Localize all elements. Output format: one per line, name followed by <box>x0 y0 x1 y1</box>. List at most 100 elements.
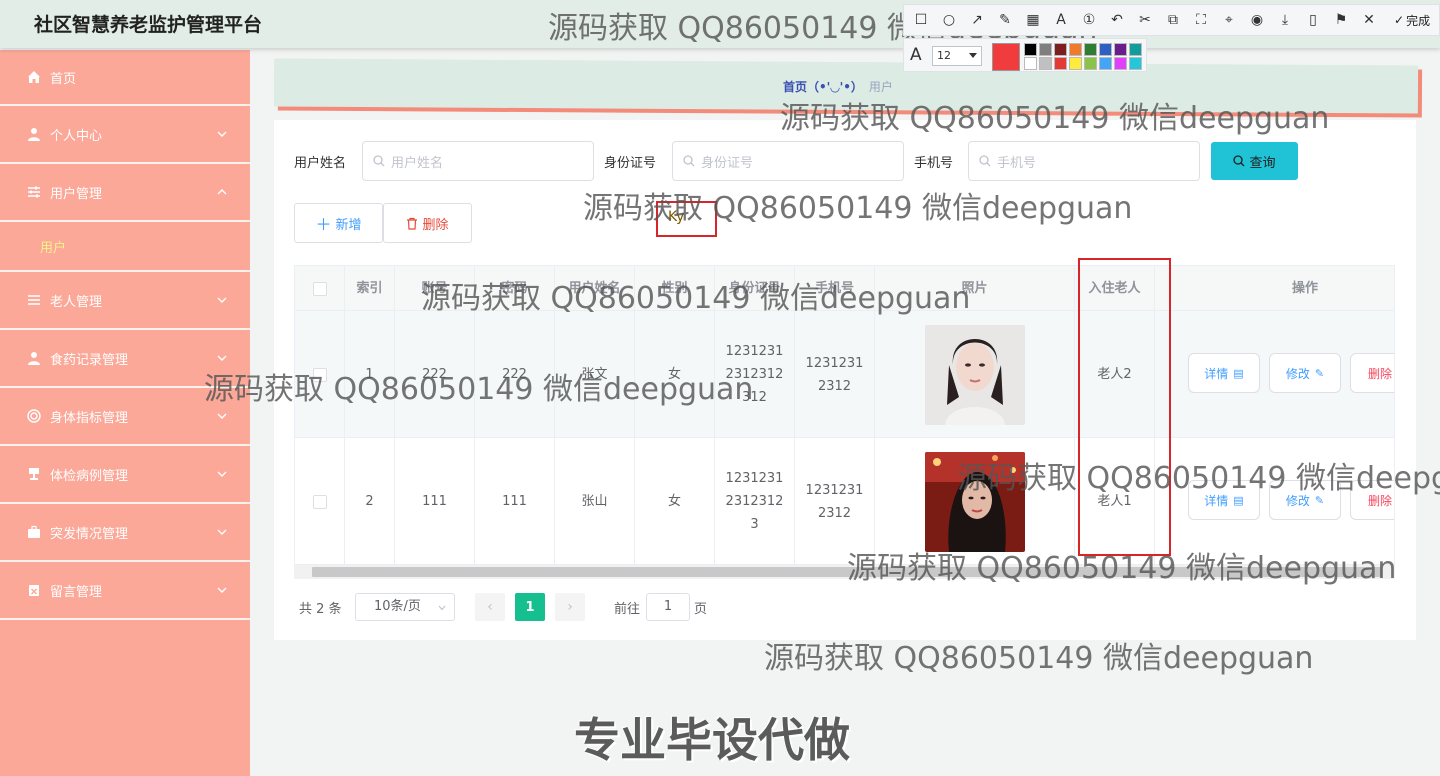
row-checkbox-cell <box>295 438 345 564</box>
row-checkbox[interactable] <box>312 367 327 382</box>
user-table: 索引 账号 密码 用户姓名 性别 身份证号 手机号 照片 入住老人 操作 1 2… <box>294 265 1395 565</box>
sidebar: 首页 个人中心 用户管理 用户 老人管理 食药记录管理 身体指标管理 体检病例管… <box>0 50 250 776</box>
mosaic-tool-icon[interactable]: ▦ <box>1024 11 1042 29</box>
arrow-tool-icon[interactable]: ↗ <box>968 11 986 29</box>
current-color-swatch[interactable] <box>992 43 1020 71</box>
user-photo[interactable] <box>924 324 1025 425</box>
column-header: 性别 <box>635 266 715 311</box>
name-search-input[interactable]: 用户姓名 <box>362 141 594 181</box>
number-tool-icon[interactable]: ① <box>1080 11 1098 29</box>
color-swatch[interactable] <box>1084 43 1097 56</box>
sidebar-item-diet-medication[interactable]: 食药记录管理 <box>0 330 250 388</box>
scrollbar-thumb[interactable] <box>312 567 1382 577</box>
table-header: 索引 账号 密码 用户姓名 性别 身份证号 手机号 照片 入住老人 操作 <box>295 266 1394 311</box>
phone-search-input[interactable]: 手机号 <box>968 141 1200 181</box>
row-delete-button[interactable]: 删除 <box>1350 353 1394 393</box>
rectangle-tool-icon[interactable]: ☐ <box>912 11 930 29</box>
color-swatch[interactable] <box>1024 43 1037 56</box>
row-delete-button[interactable]: 删除 <box>1350 480 1394 520</box>
download-icon[interactable]: ⤓ <box>1276 11 1294 29</box>
table-horizontal-scrollbar[interactable] <box>294 565 1395 579</box>
ocr-icon[interactable]: ⛶ <box>1192 11 1210 29</box>
chevron-down-icon <box>438 605 446 611</box>
undo-icon[interactable]: ↶ <box>1108 11 1126 29</box>
index-cell: 2 <box>345 438 395 564</box>
text-tool-icon[interactable]: A <box>1052 11 1070 29</box>
close-icon[interactable]: ✕ <box>1360 11 1378 29</box>
color-swatch[interactable] <box>1069 43 1082 56</box>
goto-page-input[interactable]: 1 <box>646 593 690 621</box>
sidebar-subitem-label: 用户 <box>40 240 67 256</box>
breadcrumb-current: 用户 <box>868 80 893 94</box>
detail-button[interactable]: 详情 ▤ <box>1188 353 1260 393</box>
edit-button[interactable]: 修改 ✎ <box>1269 480 1341 520</box>
document-icon: ▤ <box>1233 493 1244 507</box>
sidebar-item-profile[interactable]: 个人中心 <box>0 106 250 164</box>
sidebar-item-user-management[interactable]: 用户管理 <box>0 164 250 222</box>
color-swatch[interactable] <box>1129 43 1142 56</box>
phone-icon[interactable]: ▯ <box>1304 11 1322 29</box>
pen-tool-icon[interactable]: ✎ <box>996 11 1014 29</box>
detail-button[interactable]: 详情 ▤ <box>1188 480 1260 520</box>
sidebar-item-label: 个人中心 <box>50 128 103 144</box>
column-header: 索引 <box>345 266 395 311</box>
font-size-icon: A <box>910 45 922 65</box>
next-page-button[interactable]: › <box>555 593 585 621</box>
column-header: 身份证号 <box>715 266 795 311</box>
chevron-down-icon <box>969 53 977 58</box>
user-photo[interactable] <box>924 451 1025 552</box>
stamp-icon <box>26 466 42 482</box>
color-swatch[interactable] <box>1054 57 1067 70</box>
done-button[interactable]: ✓ 完成 <box>1394 12 1430 29</box>
sidebar-item-medical-records[interactable]: 体检病例管理 <box>0 446 250 504</box>
color-swatch[interactable] <box>1084 57 1097 70</box>
sidebar-item-elder-management[interactable]: 老人管理 <box>0 272 250 330</box>
select-all-checkbox[interactable] <box>312 281 327 296</box>
color-swatch[interactable] <box>1129 57 1142 70</box>
bookmark-icon[interactable]: ⚑ <box>1332 11 1350 29</box>
prev-page-button[interactable]: ‹ <box>475 593 505 621</box>
color-swatch[interactable] <box>1099 57 1112 70</box>
delete-label: 删除 <box>422 217 449 233</box>
id-search-input[interactable]: 身份证号 <box>672 141 904 181</box>
color-swatch[interactable] <box>1114 57 1127 70</box>
sidebar-item-emergencies[interactable]: 突发情况管理 <box>0 504 250 562</box>
pin-icon[interactable]: ⌖ <box>1220 11 1238 29</box>
color-swatch[interactable] <box>1069 57 1082 70</box>
cut-icon[interactable]: ✂ <box>1136 11 1154 29</box>
row-checkbox[interactable] <box>312 494 327 509</box>
page-number-current[interactable]: 1 <box>515 593 545 621</box>
trash-icon <box>407 217 418 230</box>
record-icon[interactable]: ◉ <box>1248 11 1266 29</box>
account-cell: 222 <box>395 311 475 438</box>
query-button[interactable]: 查询 <box>1211 142 1298 180</box>
sidebar-item-messages[interactable]: 留言管理 <box>0 562 250 620</box>
color-swatch[interactable] <box>1054 43 1067 56</box>
color-swatch[interactable] <box>1024 57 1037 70</box>
color-swatch[interactable] <box>1039 57 1052 70</box>
goto-label: 前往 <box>614 602 641 617</box>
detail-label: 详情 <box>1204 493 1229 508</box>
ellipse-tool-icon[interactable]: ○ <box>940 11 958 29</box>
translate-icon[interactable]: ⧉ <box>1164 11 1182 29</box>
sidebar-item-label: 留言管理 <box>50 584 103 600</box>
edit-button[interactable]: 修改 ✎ <box>1269 353 1341 393</box>
target-icon <box>26 408 42 424</box>
sidebar-item-body-indicators[interactable]: 身体指标管理 <box>0 388 250 446</box>
sidebar-item-home[interactable]: 首页 <box>0 50 250 106</box>
phone-cell: 1231231 2312 <box>795 311 875 438</box>
page-size-select[interactable]: 10条/页 <box>355 593 455 621</box>
name-placeholder: 用户姓名 <box>391 155 444 171</box>
batch-delete-button[interactable]: 删除 <box>383 203 472 243</box>
breadcrumb-home[interactable]: 首页（•'◡'•） <box>783 80 863 94</box>
color-swatch[interactable] <box>1039 43 1052 56</box>
sidebar-item-label: 突发情况管理 <box>50 526 129 542</box>
add-button[interactable]: ＋ 新增 <box>294 203 383 243</box>
sidebar-subitem-users[interactable]: 用户 <box>0 222 250 272</box>
font-size-select[interactable]: 12 <box>932 46 982 66</box>
id-number-cell: 1231231 2312312 312 <box>715 311 795 438</box>
color-swatch[interactable] <box>1099 43 1112 56</box>
gender-cell: 女 <box>635 438 715 564</box>
sidebar-item-label: 老人管理 <box>50 294 103 310</box>
color-swatch[interactable] <box>1114 43 1127 56</box>
